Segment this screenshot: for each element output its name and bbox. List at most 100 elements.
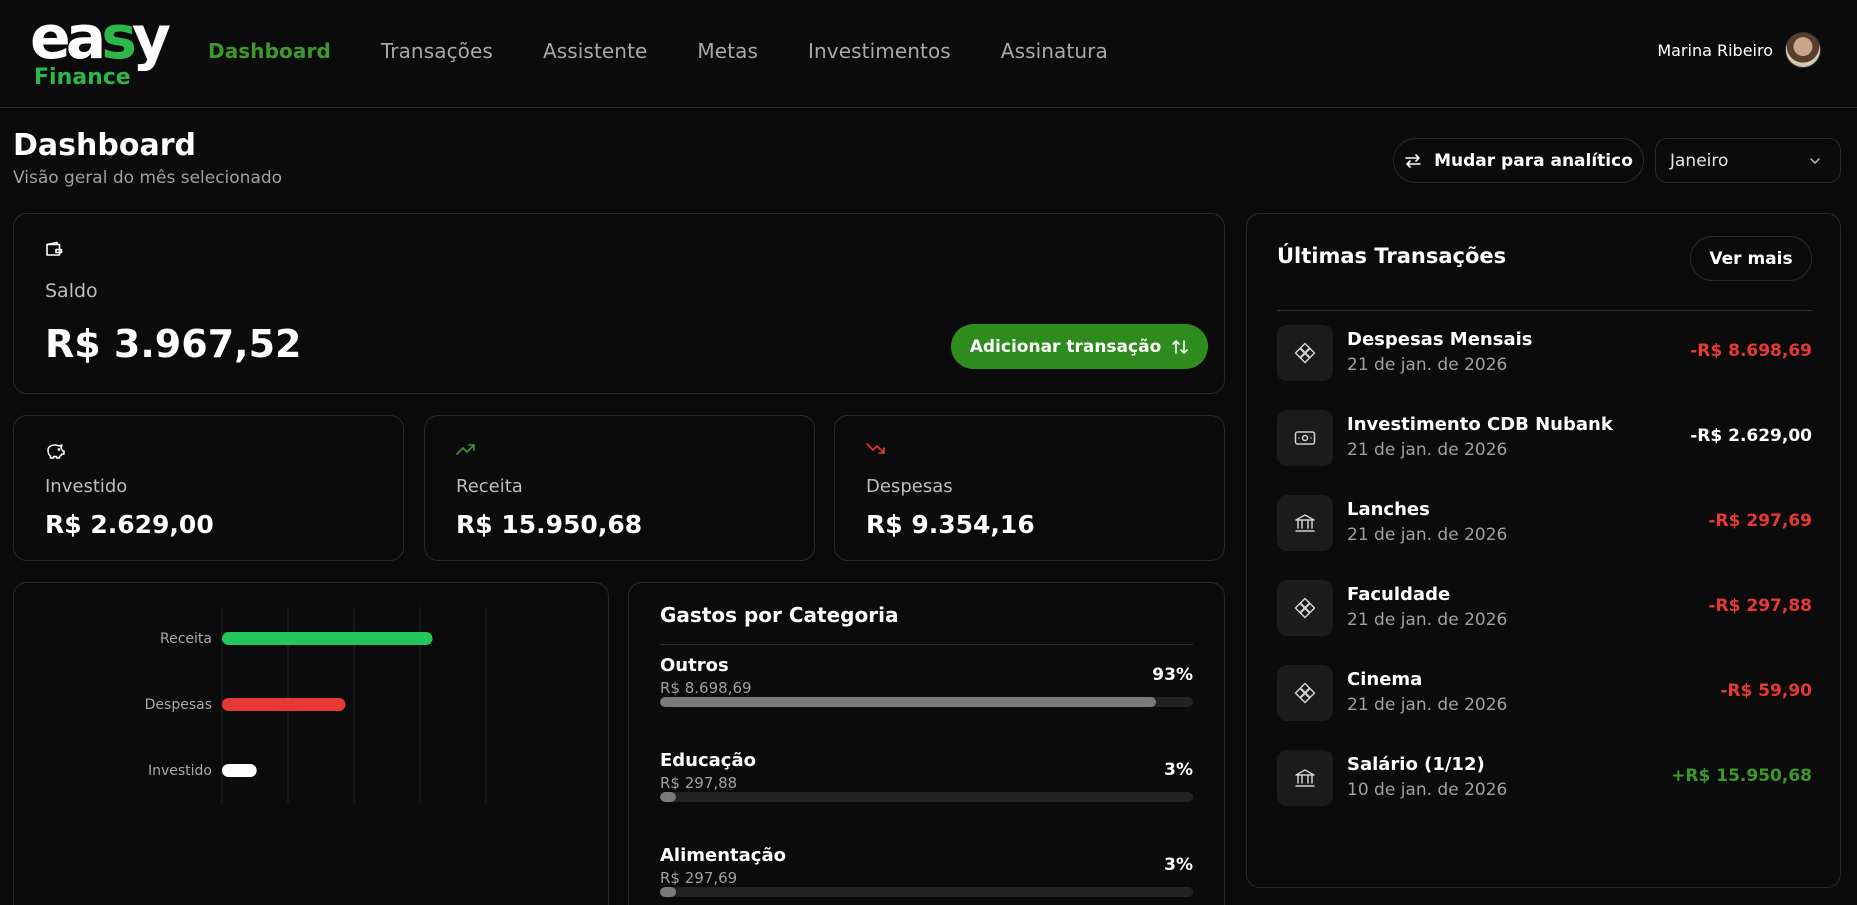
swap-arrows-icon (1405, 153, 1421, 168)
category-percent: 3% (1164, 760, 1193, 780)
nav-metas[interactable]: Metas (697, 39, 758, 63)
overview-bar-chart: Receita Despesas Investido (145, 607, 487, 803)
transaction-row[interactable]: Salário (1/12) 10 de jan. de 2026 +R$ 15.9… (1277, 750, 1812, 806)
transaction-row[interactable]: Lanches 21 de jan. de 2026 -R$ 297,69 (1277, 495, 1812, 551)
transaction-name: Cinema (1347, 669, 1423, 690)
category-progress-fill (660, 792, 676, 802)
category-progress-track (660, 887, 1193, 897)
transaction-amount: -R$ 59,90 (1720, 681, 1812, 701)
pix-icon (1277, 580, 1333, 636)
nav-assinatura[interactable]: Assinatura (1001, 39, 1108, 63)
piggy-bank-icon (47, 444, 65, 459)
expenses-value: R$ 9.354,16 (866, 510, 1035, 539)
nav-assistente[interactable]: Assistente (543, 39, 647, 63)
invested-card: Investido R$ 2.629,00 (13, 415, 404, 561)
bank-icon (1277, 495, 1333, 551)
income-card: Receita R$ 15.950,68 (424, 415, 815, 561)
chart-bar-despesas[interactable] (222, 698, 346, 711)
spending-by-category-card: Gastos por Categoria Outros R$ 8.698,69 … (628, 582, 1225, 905)
chart-category-label: Receita (160, 631, 212, 647)
chevron-down-icon (1810, 157, 1820, 164)
transaction-row[interactable]: Despesas Mensais 21 de jan. de 2026 -R$ 8.… (1277, 325, 1812, 381)
transaction-row[interactable]: Faculdade 21 de jan. de 2026 -R$ 297,88 (1277, 580, 1812, 636)
invested-value: R$ 2.629,00 (45, 510, 214, 539)
category-amount: R$ 8.698,69 (660, 679, 752, 697)
switch-label: Mudar para analítico (1434, 150, 1633, 171)
bank-icon (1277, 750, 1333, 806)
expenses-label: Despesas (866, 476, 953, 497)
category-card-title: Gastos por Categoria (660, 603, 899, 627)
logo-wordmark: easy (30, 3, 171, 73)
main-nav: Dashboard Transações Assistente Metas In… (208, 0, 1108, 102)
overview-bar-chart-card: Receita Despesas Investido (13, 582, 609, 905)
balance-card: Saldo R$ 3.967,52 Adicionar transação (13, 213, 1225, 394)
chart-bar-investido[interactable] (222, 764, 257, 777)
category-amount: R$ 297,88 (660, 774, 738, 792)
category-progress-track (660, 792, 1193, 802)
divider (1277, 310, 1812, 311)
chart-category-label: Despesas (145, 697, 212, 713)
chart-bar-receita[interactable] (222, 632, 433, 645)
expenses-card: Despesas R$ 9.354,16 (834, 415, 1225, 561)
transaction-row[interactable]: Investimento CDB Nubank 21 de jan. de 202… (1277, 410, 1812, 466)
user-menu[interactable]: Marina Ribeiro (1657, 32, 1821, 68)
see-more-button[interactable]: Ver mais (1690, 236, 1812, 281)
transaction-name: Faculdade (1347, 584, 1451, 605)
avatar[interactable] (1785, 32, 1821, 68)
category-percent: 93% (1152, 665, 1193, 685)
category-name: Alimentação (660, 845, 786, 866)
category-name: Educação (660, 750, 756, 771)
transaction-row[interactable]: Cinema 21 de jan. de 2026 -R$ 59,90 (1277, 665, 1812, 721)
category-item-outros: Outros R$ 8.698,69 93% (660, 655, 1193, 735)
switch-to-analytic-button[interactable]: Mudar para analítico (1393, 138, 1644, 183)
add-transaction-button[interactable]: Adicionar transação (951, 324, 1208, 369)
add-transaction-label: Adicionar transação (969, 336, 1162, 357)
balance-value: R$ 3.967,52 (45, 322, 302, 366)
transaction-amount: -R$ 297,88 (1708, 596, 1813, 616)
transaction-name: Salário (1/12) (1347, 754, 1485, 775)
nav-transacoes[interactable]: Transações (381, 39, 493, 63)
logo-subtitle: Finance (34, 65, 131, 90)
transaction-name: Despesas Mensais (1347, 329, 1533, 350)
transaction-amount: +R$ 15.950,68 (1671, 766, 1812, 786)
month-select-value: Janeiro (1670, 150, 1729, 171)
month-select[interactable]: Janeiro (1655, 138, 1841, 183)
transaction-date: 21 de jan. de 2026 (1347, 525, 1508, 545)
category-amount: R$ 297,69 (660, 869, 738, 887)
category-item-educacao: Educação R$ 297,88 3% (660, 750, 1193, 830)
transaction-amount: -R$ 8.698,69 (1690, 341, 1812, 361)
income-label: Receita (456, 476, 523, 497)
transaction-date: 21 de jan. de 2026 (1347, 355, 1508, 375)
cash-icon (1277, 410, 1333, 466)
transactions-title: Últimas Transações (1277, 244, 1507, 268)
balance-label: Saldo (45, 280, 98, 302)
top-navigation-bar: easy Finance Dashboard Transações Assist… (0, 0, 1857, 108)
nav-dashboard[interactable]: Dashboard (208, 39, 331, 63)
nav-investimentos[interactable]: Investimentos (808, 39, 951, 63)
sort-arrows-icon (1172, 339, 1189, 354)
category-progress-fill (660, 697, 1156, 707)
transaction-name: Investimento CDB Nubank (1347, 414, 1613, 435)
transaction-date: 10 de jan. de 2026 (1347, 780, 1508, 800)
category-progress-track (660, 697, 1193, 707)
user-name: Marina Ribeiro (1657, 40, 1773, 60)
category-percent: 3% (1164, 855, 1193, 875)
trending-up-icon (456, 444, 475, 455)
chart-category-label: Investido (148, 763, 212, 779)
category-item-alimentacao: Alimentação R$ 297,69 3% (660, 845, 1193, 905)
divider (660, 644, 1193, 645)
invested-label: Investido (45, 476, 128, 497)
income-value: R$ 15.950,68 (456, 510, 643, 539)
pix-icon (1277, 665, 1333, 721)
page-header: Dashboard Visão geral do mês selecionado (13, 128, 282, 188)
pix-icon (1277, 325, 1333, 381)
category-name: Outros (660, 655, 729, 676)
latest-transactions-card: Últimas Transações Ver mais Despesas Men… (1246, 213, 1841, 888)
transaction-name: Lanches (1347, 499, 1430, 520)
easy-finance-logo[interactable]: easy Finance (30, 6, 171, 92)
transaction-date: 21 de jan. de 2026 (1347, 440, 1508, 460)
page-subtitle: Visão geral do mês selecionado (13, 168, 283, 188)
transaction-amount: -R$ 2.629,00 (1690, 426, 1812, 446)
transaction-amount: -R$ 297,69 (1708, 511, 1813, 531)
wallet-icon (46, 241, 63, 256)
